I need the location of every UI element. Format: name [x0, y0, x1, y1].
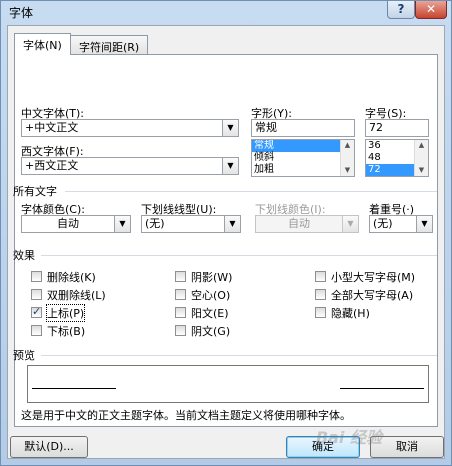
font-size-input[interactable]: 72: [365, 119, 429, 137]
preview-baseline-left: [32, 388, 116, 389]
section-divider: [41, 355, 437, 356]
font-size-list[interactable]: 36 48 72 ▲ ▼: [365, 139, 429, 177]
font-style-scrollbar[interactable]: ▲ ▼: [340, 140, 354, 176]
font-tab-panel: 中文字体(T): +中文正文 ▼ 字形(Y): 常规 常规 倾斜 加粗 ▲ ▼ …: [13, 54, 438, 427]
double-strikethrough-label[interactable]: 双删除线(L): [47, 287, 106, 303]
hidden-checkbox[interactable]: [315, 307, 326, 318]
dialog-body: 字体(N) 字符间距(R) 中文字体(T): +中文正文 ▼ 字形(Y): 常规…: [7, 25, 445, 459]
scroll-down-icon[interactable]: ▼: [415, 165, 428, 176]
ok-button[interactable]: 确定: [286, 436, 360, 458]
preview-section-title: 预览: [13, 349, 35, 362]
chevron-down-icon[interactable]: ▼: [416, 216, 432, 232]
close-button[interactable]: ✕: [415, 1, 447, 19]
font-size-scrollbar[interactable]: ▲ ▼: [414, 140, 428, 176]
section-divider: [41, 255, 437, 256]
superscript-checkbox[interactable]: [31, 305, 42, 318]
engrave-label[interactable]: 阴文(G): [191, 323, 230, 339]
font-dialog: 字体 ? ✕ 字体(N) 字符间距(R) 中文字体(T): +中文正文 ▼ 字形…: [0, 0, 452, 466]
subscript-checkbox[interactable]: [31, 325, 42, 336]
emphasis-mark-combo[interactable]: (无) ▼: [369, 215, 433, 233]
shadow-label[interactable]: 阴影(W): [191, 269, 232, 285]
outline-label[interactable]: 空心(O): [191, 287, 230, 303]
cancel-button[interactable]: 取消: [370, 436, 444, 458]
preview-baseline-right: [340, 388, 424, 389]
all-caps-label[interactable]: 全部大写字母(A): [331, 287, 413, 303]
font-color-value: 自动: [57, 217, 79, 230]
font-style-list[interactable]: 常规 倾斜 加粗 ▲ ▼: [251, 139, 355, 177]
effects-section-title: 效果: [13, 249, 35, 262]
window-title: 字体: [9, 6, 34, 20]
chinese-font-value: +中文正文: [25, 121, 79, 134]
chevron-down-icon[interactable]: ▼: [342, 216, 358, 232]
chevron-down-icon[interactable]: ▼: [114, 216, 130, 232]
font-style-option[interactable]: 常规: [252, 140, 354, 152]
emboss-checkbox[interactable]: [175, 307, 186, 318]
underline-style-value: (无): [145, 217, 165, 230]
underline-style-combo[interactable]: (无) ▼: [141, 215, 241, 233]
western-font-combo[interactable]: +西文正文 ▼: [21, 157, 239, 175]
preview-description: 这是用于中文的正文主题字体。当前文档主题定义将使用哪种字体。: [21, 409, 351, 422]
strikethrough-checkbox[interactable]: [31, 271, 42, 282]
scroll-up-icon[interactable]: ▲: [415, 140, 428, 151]
section-divider: [65, 191, 437, 192]
font-style-option[interactable]: 加粗: [252, 164, 354, 176]
scroll-down-icon[interactable]: ▼: [341, 165, 354, 176]
double-strikethrough-checkbox[interactable]: [31, 289, 42, 300]
set-as-default-button[interactable]: 默认(D)...: [10, 436, 88, 458]
preview-box: [27, 365, 429, 403]
font-style-option[interactable]: 倾斜: [252, 152, 354, 164]
chevron-down-icon[interactable]: ▼: [222, 158, 238, 174]
underline-color-value: 自动: [288, 217, 310, 230]
title-bar[interactable]: 字体 ? ✕: [1, 1, 451, 23]
western-font-value: +西文正文: [25, 159, 79, 172]
scroll-up-icon[interactable]: ▲: [341, 140, 354, 151]
help-button[interactable]: ?: [387, 1, 415, 19]
engrave-checkbox[interactable]: [175, 325, 186, 336]
font-style-input[interactable]: 常规: [251, 119, 355, 137]
chevron-down-icon[interactable]: ▼: [224, 216, 240, 232]
small-caps-checkbox[interactable]: [315, 271, 326, 282]
hidden-label[interactable]: 隐藏(H): [331, 305, 370, 321]
outline-checkbox[interactable]: [175, 289, 186, 300]
font-color-combo[interactable]: 自动 ▼: [21, 215, 131, 233]
all-text-section-title: 所有文字: [13, 185, 57, 198]
subscript-label[interactable]: 下标(B): [47, 323, 85, 339]
chevron-down-icon[interactable]: ▼: [222, 120, 238, 136]
tab-font[interactable]: 字体(N): [14, 33, 71, 55]
shadow-checkbox[interactable]: [175, 271, 186, 282]
tab-character-spacing[interactable]: 字符间距(R): [70, 35, 149, 55]
small-caps-label[interactable]: 小型大写字母(M): [331, 269, 415, 285]
chinese-font-combo[interactable]: +中文正文 ▼: [21, 119, 239, 137]
superscript-label[interactable]: 上标(P): [45, 304, 86, 322]
emboss-label[interactable]: 阳文(E): [191, 305, 229, 321]
all-caps-checkbox[interactable]: [315, 289, 326, 300]
strikethrough-label[interactable]: 删除线(K): [47, 269, 96, 285]
underline-color-combo[interactable]: 自动 ▼: [255, 215, 359, 233]
emphasis-mark-value: (无): [373, 217, 393, 230]
